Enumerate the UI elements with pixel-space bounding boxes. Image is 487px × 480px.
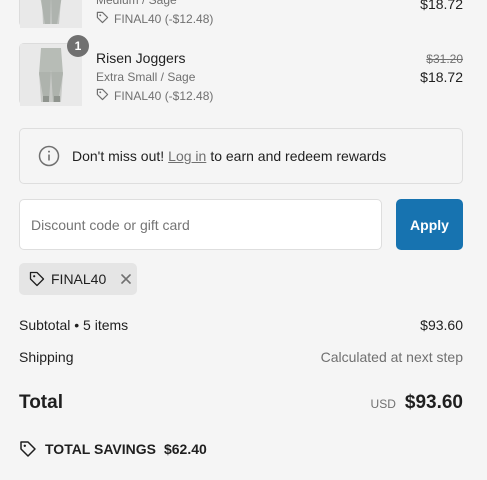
item-discount-text: FINAL40 (-$12.48)	[114, 89, 214, 103]
shipping-label: Shipping	[19, 349, 74, 365]
item-variant: Extra Small / Sage	[96, 70, 196, 84]
quantity-badge: 1	[67, 35, 89, 57]
savings-value: $62.40	[163, 441, 207, 457]
item-name: Risen Joggers	[96, 50, 186, 66]
shipping-row: Shipping Calculated at next step	[19, 349, 463, 365]
item-price: $18.72	[420, 0, 463, 12]
line-item: Medium / Sage FINAL40 (-$12.48) $18.72	[19, 0, 463, 28]
item-price: $18.72	[420, 69, 463, 85]
subtotal-label: Subtotal • 5 items	[19, 317, 129, 333]
total-row: Total USD $93.60	[19, 392, 463, 414]
item-discount: FINAL40 (-$12.48)	[96, 88, 213, 104]
item-variant: Medium / Sage	[96, 0, 177, 7]
login-notice: Don't miss out! Log in to earn and redee…	[19, 128, 463, 184]
currency-code: USD	[370, 397, 396, 411]
tag-icon	[96, 11, 109, 27]
subtotal-value: $93.60	[420, 317, 463, 333]
apply-button[interactable]: Apply	[396, 199, 463, 250]
line-item: 1 Risen Joggers Extra Small / Sage FINAL…	[19, 35, 463, 106]
total-savings: TOTAL SAVINGS $62.40	[19, 440, 207, 458]
login-notice-suffix: to earn and redeem rewards	[210, 148, 387, 164]
subtotal-row: Subtotal • 5 items $93.60	[19, 317, 463, 333]
total-label: Total	[19, 392, 63, 413]
tag-icon	[29, 271, 45, 287]
savings-tag-icon	[19, 440, 37, 458]
login-link[interactable]: Log in	[168, 148, 206, 164]
total-amount-group: USD $93.60	[371, 392, 463, 414]
tag-icon	[96, 88, 109, 104]
item-original-price: $31.20	[426, 52, 463, 66]
total-value: $93.60	[404, 392, 463, 413]
product-thumbnail	[19, 0, 82, 28]
close-icon[interactable]	[120, 273, 132, 285]
applied-discount-code: FINAL40	[51, 271, 107, 287]
applied-discount-chip: FINAL40	[19, 263, 137, 295]
discount-code-input[interactable]	[19, 199, 382, 250]
shipping-value: Calculated at next step	[320, 349, 463, 365]
item-discount: FINAL40 (-$12.48)	[96, 11, 213, 27]
info-icon	[38, 145, 60, 167]
login-notice-prefix: Don't miss out!	[72, 148, 165, 164]
product-thumbnail: 1	[19, 35, 89, 106]
savings-label: TOTAL SAVINGS	[45, 441, 156, 457]
item-discount-text: FINAL40 (-$12.48)	[114, 12, 214, 26]
